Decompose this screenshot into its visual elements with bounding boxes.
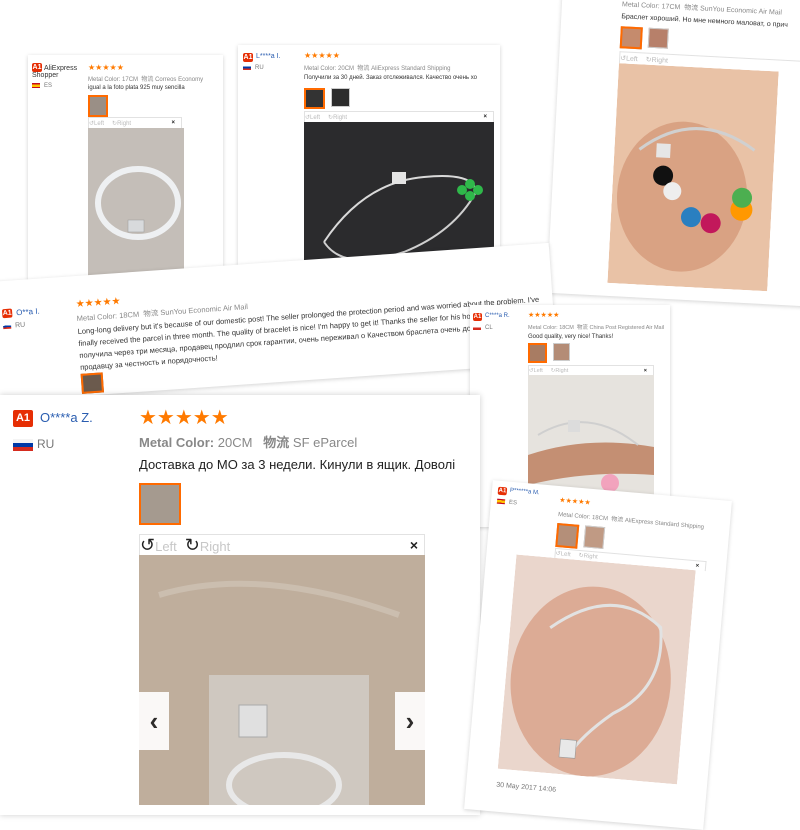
review-card: A1 P******a M. ES ★★★★★ Metal Color: 18C… <box>464 480 732 830</box>
close-icon[interactable]: × <box>171 120 175 126</box>
review-meta: Metal Color: 20CM 物流 SF eParcel <box>139 435 358 450</box>
photo-thumbnails <box>619 26 669 50</box>
reviewer-name[interactable]: L****a I. <box>256 53 281 60</box>
image-viewer-toolbar: ↺Left ↻Right × <box>88 117 182 128</box>
photo-thumbnail[interactable] <box>331 88 350 107</box>
rotate-left-button[interactable]: ↺Left <box>305 114 320 121</box>
photo-thumbnails <box>80 372 104 394</box>
user-badge: A1 <box>243 53 253 62</box>
flag-ru-icon <box>2 323 12 329</box>
review-card: RU Metal Color: 17CM 物流 SunYou Economic … <box>546 0 800 307</box>
photo-thumbnail[interactable] <box>88 95 108 117</box>
user-badge: A1 <box>1 308 13 319</box>
image-viewer-toolbar: ↺Left ↻Right × <box>139 534 425 555</box>
rotate-right-button[interactable]: ↻Right <box>646 55 669 64</box>
bracelet-image <box>497 554 696 785</box>
review-photo: ‹ › <box>139 555 425 805</box>
rotate-left-button[interactable]: ↺Left <box>140 535 177 556</box>
close-icon[interactable]: × <box>695 563 699 569</box>
review-date: 30 May 2017 14:06 <box>495 781 557 794</box>
review-meta: Metal Color: 20CM 物流 AliExpress Standard… <box>304 66 451 72</box>
review-meta: Metal Color: 18CM 物流 China Post Register… <box>528 325 665 331</box>
rating-stars: ★★★★★ <box>528 312 560 319</box>
review-text: Получили за 30 дней. Заказ отслеживался.… <box>304 75 477 81</box>
close-icon[interactable]: × <box>644 368 647 374</box>
rating-stars: ★★★★★ <box>88 63 124 72</box>
reviewer-name[interactable]: P******a M. <box>510 488 540 497</box>
review-card: A1 O****a Z. RU ★★★★★ Metal Color: 20CM … <box>0 395 480 815</box>
rotate-right-button[interactable]: ↻Right <box>112 120 131 127</box>
flag-es-icon <box>32 83 40 88</box>
next-image-button[interactable]: › <box>395 692 425 750</box>
rotate-right-button[interactable]: ↻Right <box>185 535 230 556</box>
photo-thumbnail[interactable] <box>555 522 580 549</box>
photo-thumbnail[interactable] <box>80 372 104 394</box>
photo-thumbnail[interactable] <box>647 27 669 49</box>
close-icon[interactable]: × <box>410 537 418 553</box>
flag-ru-icon <box>243 65 251 70</box>
user-badge: A1 <box>473 313 482 321</box>
photo-thumbnail[interactable] <box>139 483 181 525</box>
bracelet-image <box>139 555 425 805</box>
rating-stars: ★★★★★ <box>75 295 121 311</box>
flag-ru-icon <box>13 438 33 451</box>
photo-thumbnails <box>88 95 108 117</box>
review-photo <box>607 63 779 292</box>
rotate-right-button[interactable]: ↻Right <box>328 114 347 121</box>
rotate-right-button[interactable]: ↻Right <box>551 368 568 374</box>
rotate-left-button[interactable]: ↺Left <box>89 120 104 127</box>
image-viewer-toolbar: ↺Left ↻Right × <box>528 365 654 375</box>
photo-thumbnail[interactable] <box>583 525 606 550</box>
reviewer-country: ES <box>496 498 517 506</box>
rating-stars: ★★★★★ <box>559 497 591 507</box>
review-photo <box>88 128 184 278</box>
user-badge: A1 <box>497 486 508 496</box>
review-meta: Metal Color: 17CM 物流 Correos Economy <box>88 77 204 83</box>
rating-stars: ★★★★★ <box>139 407 229 429</box>
bracelet-image <box>88 128 184 278</box>
rotate-left-button[interactable]: ↺Left <box>529 368 543 374</box>
rotate-left-button[interactable]: ↺Left <box>555 550 571 558</box>
close-icon[interactable]: × <box>483 114 487 120</box>
photo-thumbnail[interactable] <box>528 343 547 363</box>
user-badge: A1 <box>13 410 33 427</box>
photo-thumbnails <box>304 88 350 109</box>
reviewer-country: CL <box>473 325 493 331</box>
image-viewer-toolbar: ↺Left ↻Right × <box>304 111 494 122</box>
rotate-left-button[interactable]: ↺Left <box>620 54 638 63</box>
reviewer-name[interactable]: AliExpress Shopper <box>32 65 82 79</box>
reviewer-name[interactable]: O****a Z. <box>40 410 93 425</box>
reviewer-name[interactable]: C****a R. <box>485 313 510 319</box>
reviewer-country: RU <box>2 322 25 331</box>
review-text: Доставка до МО за 3 недели. Кинули в ящи… <box>139 457 456 472</box>
photo-thumbnail[interactable] <box>304 88 325 109</box>
review-card: A1 AliExpress Shopper ES ★★★★★ Metal Col… <box>28 55 223 290</box>
reviewer-country: RU <box>13 437 54 451</box>
review-text: igual a la foto plata 925 muy sencilla <box>88 85 185 91</box>
reviewer-country: RU <box>243 65 264 71</box>
rating-stars: ★★★★★ <box>304 51 340 60</box>
photo-thumbnail[interactable] <box>553 343 570 361</box>
photo-thumbnails <box>528 343 570 363</box>
flag-cl-icon <box>473 325 481 330</box>
photo-thumbnails <box>139 483 181 525</box>
review-photo <box>497 554 696 785</box>
flag-es-icon <box>496 498 506 505</box>
reviewer-name[interactable]: O**a I. <box>16 307 40 318</box>
photo-thumbnails <box>555 522 606 551</box>
bracelet-image <box>607 63 779 292</box>
photo-thumbnail[interactable] <box>619 26 643 50</box>
reviewer-country: ES <box>32 83 52 89</box>
previous-image-button[interactable]: ‹ <box>139 692 169 750</box>
review-text: Good quality, very nice! Thanks! <box>528 334 614 340</box>
